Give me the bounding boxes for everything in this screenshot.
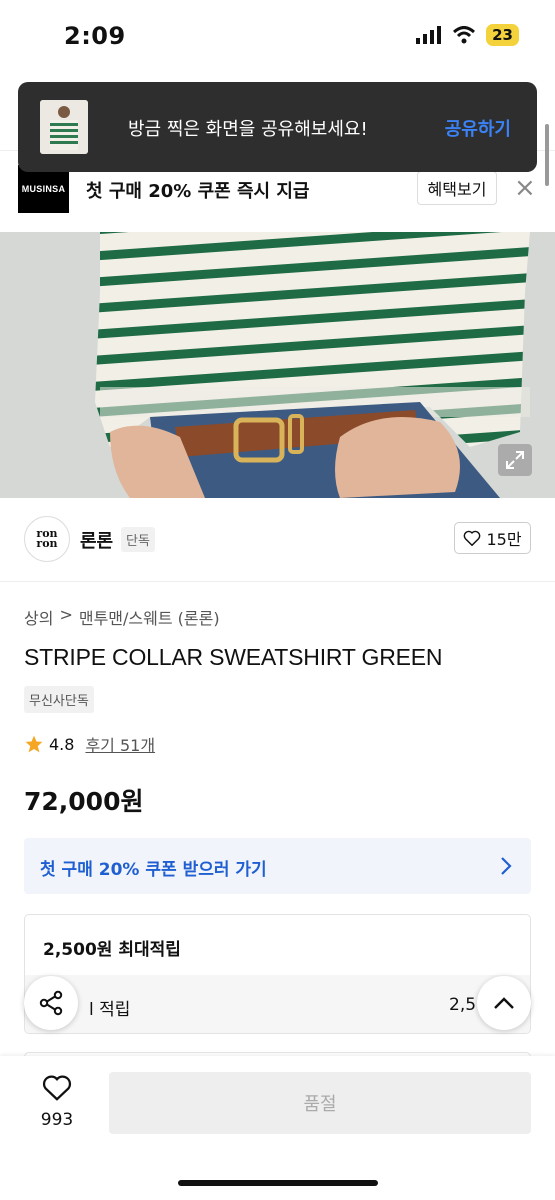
share-now-button[interactable]: 공유하기 [445, 115, 511, 141]
breadcrumb: 상의 > 맨투맨/스웨트 (론론) [24, 605, 220, 629]
chevron-up-icon [494, 997, 514, 1009]
points-detail-value: 2,5 [449, 995, 477, 1015]
share-button[interactable] [24, 976, 78, 1030]
status-time: 2:09 [64, 22, 126, 50]
sold-out-button: 품절 [109, 1072, 531, 1134]
share-screenshot-toast: 방금 찍은 화면을 공유해보세요! 공유하기 [18, 82, 549, 186]
wishlist-count: 993 [40, 1110, 74, 1130]
share-icon [39, 990, 63, 1016]
scroll-to-top-button[interactable] [477, 976, 531, 1030]
status-bar: 2:09 23 [0, 0, 555, 72]
product-title: STRIPE COLLAR SWEATSHIRT GREEN [24, 644, 443, 670]
wishlist-button[interactable]: 993 [30, 1074, 84, 1134]
star-icon [25, 735, 43, 753]
points-detail-label: l 적립 [89, 1000, 131, 1020]
brand-exclusive-tag: 단독 [121, 527, 155, 552]
breadcrumb-item-category[interactable]: 맨투맨/스웨트 (론론) [79, 605, 220, 629]
brand-like-count: 15만 [486, 530, 522, 549]
coupon-text: 첫 구매 20% 쿠폰 받으러 가기 [40, 860, 267, 880]
chevron-right-icon [501, 857, 512, 875]
breadcrumb-separator: > [59, 605, 73, 624]
breadcrumb-item-top[interactable]: 상의 [24, 605, 53, 629]
reviews-link[interactable]: 후기 51개 [85, 732, 155, 756]
coupon-bar[interactable]: 첫 구매 20% 쿠폰 받으러 가기 [24, 838, 531, 894]
close-icon[interactable]: × [514, 173, 536, 203]
screenshot-thumbnail[interactable] [40, 100, 88, 154]
rating-row: 4.8 후기 51개 [24, 732, 155, 756]
heart-icon [42, 1075, 72, 1101]
max-points-text: 2,500원 최대적립 [43, 940, 181, 960]
points-detail-row: l 적립 2,5 [25, 975, 530, 1033]
exclusive-badge: 무신사단독 [24, 686, 94, 713]
brand-name[interactable]: 론론 [80, 527, 113, 553]
sweatshirt-photo [0, 232, 555, 498]
signal-icon [416, 26, 442, 44]
musinsa-logo: MUSINSA [18, 165, 69, 213]
battery-indicator: 23 [486, 24, 519, 46]
product-image[interactable] [0, 232, 555, 498]
brand-like-button[interactable]: 15만 [454, 522, 531, 554]
page-scroll-indicator [545, 124, 549, 186]
status-icons: 23 [416, 24, 519, 46]
bottom-action-bar: 993 품절 [0, 1056, 555, 1200]
view-benefits-button[interactable]: 혜택보기 [417, 171, 497, 205]
wifi-icon [453, 26, 476, 44]
points-box: 2,500원 최대적립 l 적립 2,5 [24, 914, 531, 1034]
heart-icon [464, 530, 481, 546]
promo-text: 첫 구매 20% 쿠폰 즉시 지급 [86, 181, 310, 202]
product-price: 72,000원 [24, 787, 144, 816]
brand-row: ron ron 론론 단독 15만 [0, 498, 555, 582]
expand-icon[interactable] [498, 444, 532, 476]
toast-message: 방금 찍은 화면을 공유해보세요! [128, 119, 368, 140]
brand-logo[interactable]: ron ron [24, 516, 70, 562]
rating-value: 4.8 [49, 734, 75, 754]
home-indicator [178, 1180, 378, 1186]
